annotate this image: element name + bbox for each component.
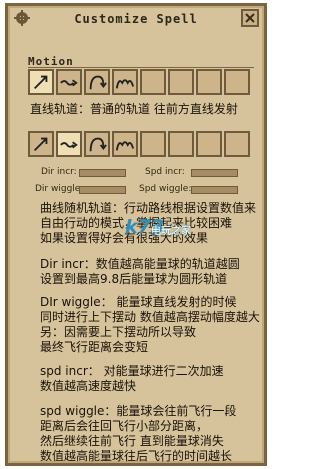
dir-incr-label: Dir incr: <box>41 167 77 177</box>
motion-slot-straight-arrow[interactable] <box>28 131 54 157</box>
spd-wiggle-slider[interactable] <box>191 186 238 194</box>
window-title: Customize Spell <box>74 12 198 26</box>
motion-slot-empty[interactable] <box>140 131 166 157</box>
straight-arrow-icon <box>33 75 48 90</box>
straight-arrow-icon <box>33 137 48 152</box>
loop-arrow-icon <box>115 141 135 151</box>
spd-incr-label: Spd incr: <box>145 167 185 177</box>
dir-wiggle-label: Dir wiggle: <box>35 184 84 194</box>
motion-slot-empty[interactable] <box>196 69 222 95</box>
motion-slot-straight-arrow[interactable] <box>28 69 54 95</box>
motion-slot-wave-arrow[interactable] <box>56 69 82 95</box>
motion-slot-row-1 <box>28 69 250 95</box>
spd-wiggle-explanation: spd wiggle：能量球会往前飞行一段 距离后会往回飞行小部分距离， 然后继… <box>40 404 237 463</box>
wave-arrow-icon <box>60 141 78 149</box>
motion-description: 直线轨道：普通的轨道 往前方直线发射 <box>30 102 238 116</box>
spd-incr-slider[interactable] <box>191 169 238 177</box>
section-divider <box>28 67 254 68</box>
dir-incr-explanation: Dir incr：数值越高能量球的轨道越圆 设置到最高9.8后能量球为圆形轨道 <box>40 257 240 286</box>
dir-wiggle-slider[interactable] <box>79 186 126 194</box>
motion-slot-empty[interactable] <box>168 69 194 95</box>
loop-arrow-icon <box>115 79 135 89</box>
motion-slot-empty[interactable] <box>168 131 194 157</box>
dir-incr-slider[interactable] <box>79 169 126 177</box>
motion-slot-curve-arrow[interactable] <box>84 131 110 157</box>
motion-slot-empty[interactable] <box>224 69 250 95</box>
motion-slot-row-2 <box>28 131 250 157</box>
watermark-text: 电玩之家 <box>151 226 191 237</box>
motion-slot-empty[interactable] <box>140 69 166 95</box>
spell-panel: Customize Spell Motion 直线轨道：普通的轨道 往前方直线发… <box>5 3 267 466</box>
curve-arrow-icon <box>89 137 107 152</box>
curve-arrow-icon <box>89 75 107 90</box>
motion-slot-wave-arrow[interactable] <box>56 131 82 157</box>
motion-slot-empty[interactable] <box>196 131 222 157</box>
motion-slot-loop-arrow[interactable] <box>112 131 138 157</box>
motion-slot-empty[interactable] <box>224 131 250 157</box>
wave-arrow-icon <box>60 79 78 87</box>
motion-slot-curve-arrow[interactable] <box>84 69 110 95</box>
close-icon[interactable] <box>241 9 259 27</box>
motion-slot-loop-arrow[interactable] <box>112 69 138 95</box>
dir-wiggle-explanation: DIr wiggle： 能量球直线发射的时候 同时进行上下摆动 数值越高摆动幅度… <box>40 295 260 354</box>
spd-wiggle-label: Spd wiggle: <box>139 184 192 194</box>
spd-incr-explanation: spd incr： 对能量球进行二次加速 数值越高速度越快 <box>40 364 224 393</box>
